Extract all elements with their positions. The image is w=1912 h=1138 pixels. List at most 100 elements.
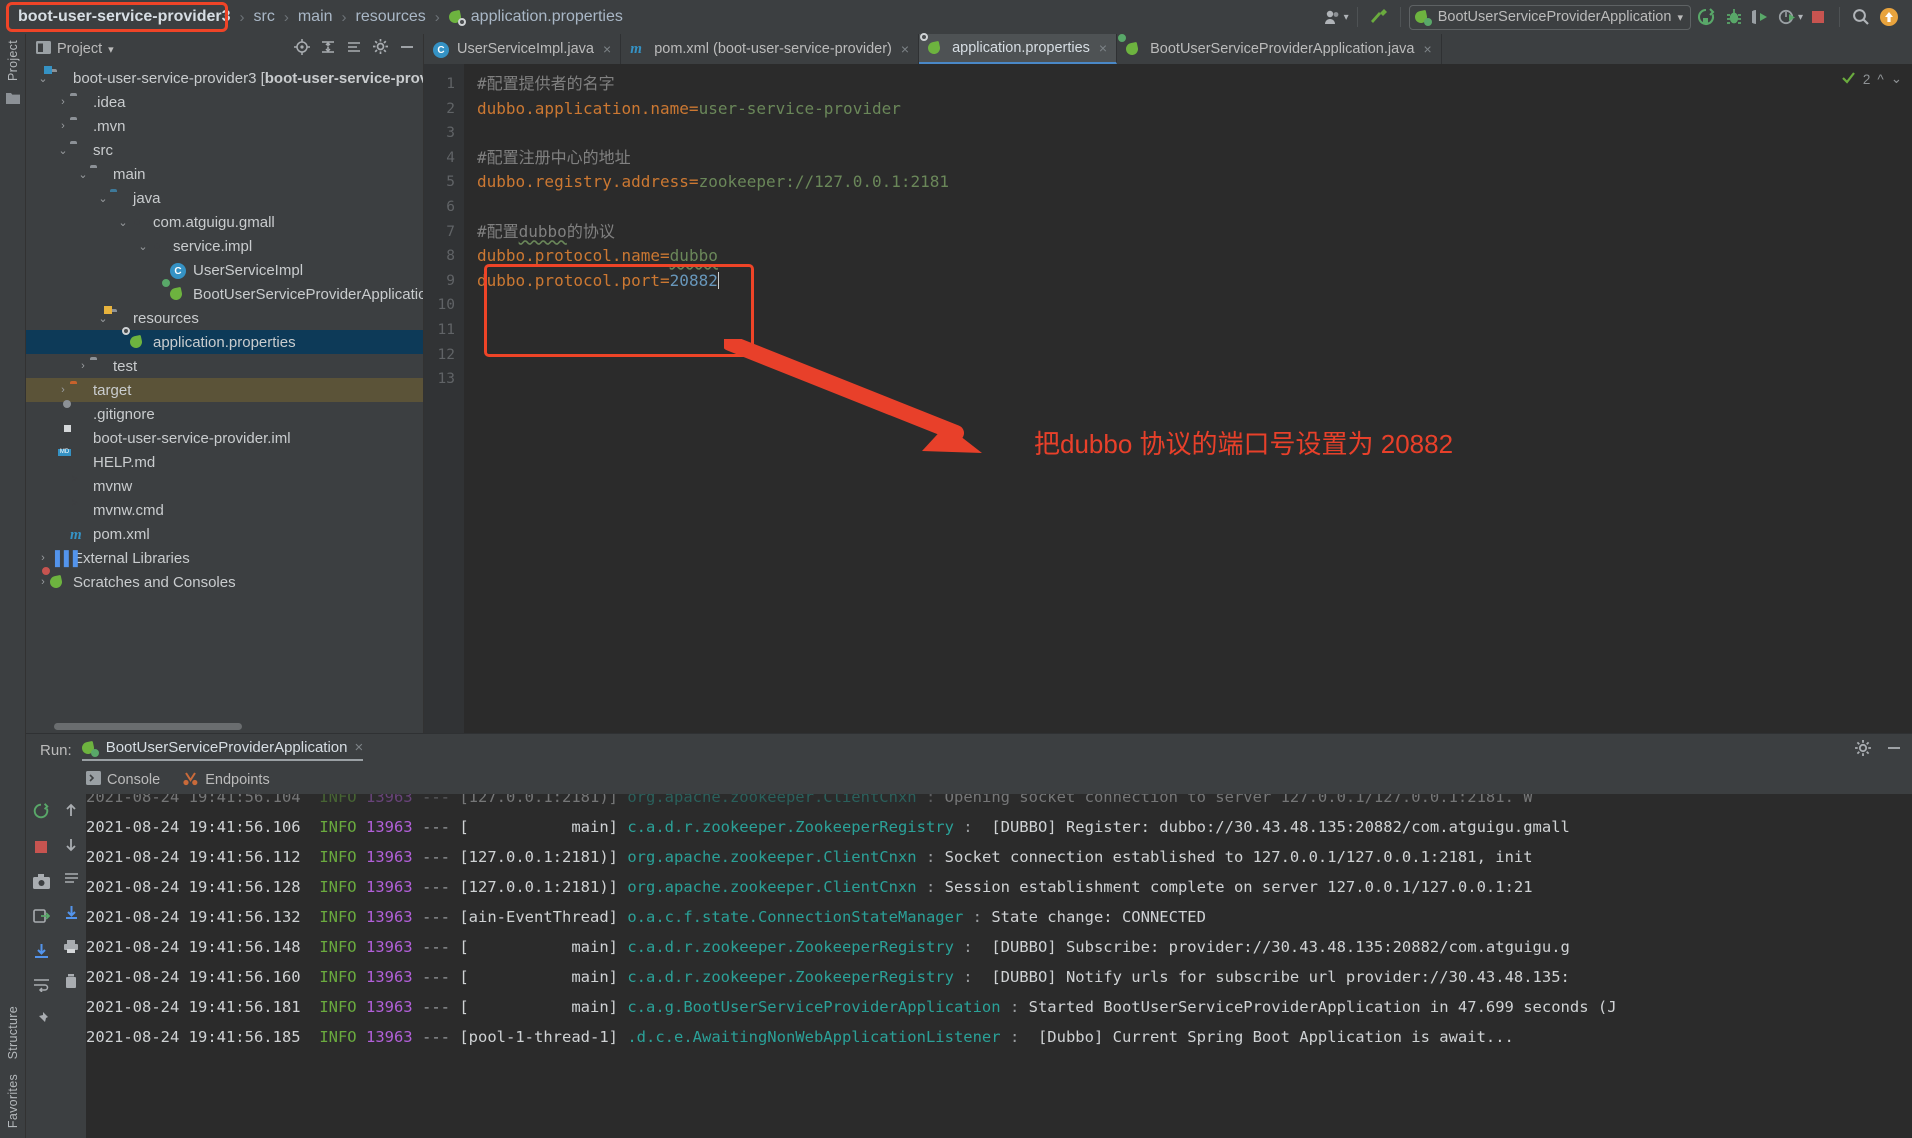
wrap-lines-icon[interactable] xyxy=(64,872,79,891)
tree-node-com.atguigu.gmall[interactable]: ⌄ com.atguigu.gmall xyxy=(26,210,423,234)
chevron-right-icon[interactable]: › xyxy=(56,120,70,132)
tree-node-mvnw.cmd[interactable]: mvnw.cmd xyxy=(26,498,423,522)
stop-icon[interactable] xyxy=(1805,4,1831,30)
user-avatar-icon[interactable]: ▾ xyxy=(1323,4,1349,30)
project-tree[interactable]: ⌄ boot-user-service-provider3 [boot-user-… xyxy=(26,64,423,733)
chevron-down-icon[interactable]: ▾ xyxy=(108,43,114,56)
tree-node-boot-user-service-provider.iml[interactable]: boot-user-service-provider.iml xyxy=(26,426,423,450)
tree-node-target[interactable]: › target xyxy=(26,378,423,402)
code-line-2[interactable]: dubbo.application.name=user-service-prov… xyxy=(477,97,1912,122)
chevron-down-icon[interactable]: ⌄ xyxy=(1891,71,1902,87)
pin-icon[interactable] xyxy=(33,1011,49,1032)
code-line-9[interactable]: dubbo.protocol.port=20882 xyxy=(477,269,1912,294)
editor-tab-userserviceimpl.java[interactable]: C UserServiceImpl.java × xyxy=(424,34,622,64)
target-icon[interactable] xyxy=(294,38,310,60)
tool-window-button-project[interactable]: Project xyxy=(6,40,20,81)
project-panel-title-group[interactable]: Project ▾ xyxy=(36,40,114,58)
breadcrumb-item-main[interactable]: main xyxy=(290,6,341,28)
print-icon[interactable] xyxy=(63,939,79,959)
run-configuration-selector[interactable]: BootUserServiceProviderApplication ▾ xyxy=(1408,4,1691,30)
chevron-down-icon[interactable]: ⌄ xyxy=(76,168,90,181)
code-line-1[interactable]: #配置提供者的名字 xyxy=(477,72,1912,97)
hammer-build-icon[interactable] xyxy=(1366,4,1392,30)
collapse-icon[interactable] xyxy=(320,39,336,60)
stop-icon[interactable] xyxy=(33,839,49,860)
hide-icon[interactable] xyxy=(1886,740,1902,760)
code-line-13[interactable] xyxy=(477,367,1912,392)
tree-node-service.impl[interactable]: ⌄ service.impl xyxy=(26,234,423,258)
chevron-up-icon[interactable]: ^ xyxy=(1877,72,1883,87)
trash-icon[interactable] xyxy=(64,973,78,994)
chevron-right-icon[interactable]: › xyxy=(56,96,70,108)
scroll-to-end-icon[interactable] xyxy=(33,943,50,964)
chevron-right-icon[interactable]: › xyxy=(76,360,90,372)
close-icon[interactable]: × xyxy=(354,739,363,756)
scroll-down-icon[interactable] xyxy=(64,837,78,858)
code-line-12[interactable] xyxy=(477,343,1912,368)
close-icon[interactable]: × xyxy=(901,41,909,57)
scroll-to-bottom-icon[interactable] xyxy=(64,905,79,925)
run-subtab-console[interactable]: Console xyxy=(86,771,160,789)
chevron-down-icon[interactable]: ⌄ xyxy=(56,144,70,157)
scroll-up-icon[interactable] xyxy=(64,802,78,823)
export-icon[interactable] xyxy=(32,908,50,929)
editor-inspection-status[interactable]: 2 ^ ⌄ xyxy=(1841,70,1902,88)
code-line-11[interactable] xyxy=(477,318,1912,343)
code-line-5[interactable]: dubbo.registry.address=zookeeper://127.0… xyxy=(477,170,1912,195)
tool-window-button-structure[interactable]: Structure xyxy=(6,1006,20,1059)
tree-node-resources[interactable]: ⌄ resources xyxy=(26,306,423,330)
tree-node-bootuserserviceproviderapplication[interactable]: BootUserServiceProviderApplication xyxy=(26,279,423,306)
tree-node-scratches-and-consoles[interactable]: › Scratches and Consoles xyxy=(26,567,423,594)
expand-icon[interactable] xyxy=(346,39,362,60)
breadcrumb-item-boot-user-service-provider3[interactable]: boot-user-service-provider3 xyxy=(10,6,239,28)
updates-icon[interactable] xyxy=(1876,4,1902,30)
run-config-tab[interactable]: BootUserServiceProviderApplication × xyxy=(80,739,364,761)
chevron-down-icon[interactable]: ⌄ xyxy=(116,216,130,229)
breadcrumb-item-src[interactable]: src xyxy=(246,6,283,28)
run-subtab-endpoints[interactable]: Endpoints xyxy=(182,771,270,790)
tree-node-java[interactable]: ⌄ java xyxy=(26,186,423,210)
code-line-4[interactable]: #配置注册中心的地址 xyxy=(477,146,1912,171)
rerun-icon[interactable] xyxy=(1693,4,1719,30)
rerun-icon[interactable] xyxy=(32,802,50,825)
breadcrumb-item-resources[interactable]: resources xyxy=(348,6,434,28)
chevron-down-icon[interactable]: ⌄ xyxy=(136,240,150,253)
chevron-right-icon[interactable]: › xyxy=(56,384,70,396)
chevron-right-icon[interactable]: › xyxy=(36,552,50,564)
search-icon[interactable] xyxy=(1848,4,1874,30)
coverage-icon[interactable] xyxy=(1749,4,1775,30)
code-line-6[interactable] xyxy=(477,195,1912,220)
tree-node-external-libraries[interactable]: › ▐▐▐ External Libraries xyxy=(26,546,423,570)
close-icon[interactable]: × xyxy=(1099,40,1107,56)
editor-tab-bootuserserviceproviderapplication.java[interactable]: BootUserServiceProviderApplication.java × xyxy=(1117,34,1442,64)
debug-bug-icon[interactable] xyxy=(1721,4,1747,30)
hide-icon[interactable] xyxy=(399,39,415,60)
profiler-icon[interactable]: ▾ xyxy=(1777,4,1803,30)
editor-tab-pom.xml-boot-user-service-provider-[interactable]: m pom.xml (boot-user-service-provider) × xyxy=(621,34,920,64)
settings-gear-icon[interactable] xyxy=(372,38,389,60)
tree-node-main[interactable]: ⌄ main xyxy=(26,162,423,186)
tool-window-button-favorites[interactable]: Favorites xyxy=(6,1074,20,1128)
console-output[interactable]: 2021-08-24 19:41:56.104 INFO 13963 --- [… xyxy=(86,794,1912,1138)
close-icon[interactable]: × xyxy=(1423,41,1431,57)
project-tree-horizontal-scrollbar[interactable] xyxy=(54,723,242,730)
code-content[interactable]: #配置提供者的名字 dubbo.application.name=user-ser… xyxy=(464,64,1912,733)
chevron-right-icon[interactable]: › xyxy=(36,576,50,588)
tree-node-.mvn[interactable]: › .mvn xyxy=(26,114,423,138)
tree-node-mvnw[interactable]: mvnw xyxy=(26,474,423,498)
soft-wrap-icon[interactable] xyxy=(33,978,50,997)
tree-node-application.properties[interactable]: application.properties xyxy=(26,327,423,354)
screenshot-icon[interactable] xyxy=(32,874,50,894)
tree-node-.idea[interactable]: › .idea xyxy=(26,90,423,114)
tree-node-src[interactable]: ⌄ src xyxy=(26,138,423,162)
tree-node-pom.xml[interactable]: m pom.xml xyxy=(26,522,423,546)
code-line-3[interactable] xyxy=(477,121,1912,146)
tree-node-boot-user-service-provider3-boot-user-service-provider-[interactable]: ⌄ boot-user-service-provider3 [boot-user-… xyxy=(26,66,423,90)
close-icon[interactable]: × xyxy=(603,41,611,57)
code-line-10[interactable] xyxy=(477,293,1912,318)
code-line-7[interactable]: #配置dubbo的协议 xyxy=(477,220,1912,245)
editor-tab-application.properties[interactable]: application.properties × xyxy=(919,33,1118,64)
breadcrumb-item-application-properties[interactable]: application.properties xyxy=(441,6,631,28)
tree-node-help.md[interactable]: HELP.md xyxy=(26,450,423,474)
settings-gear-icon[interactable] xyxy=(1854,739,1872,761)
